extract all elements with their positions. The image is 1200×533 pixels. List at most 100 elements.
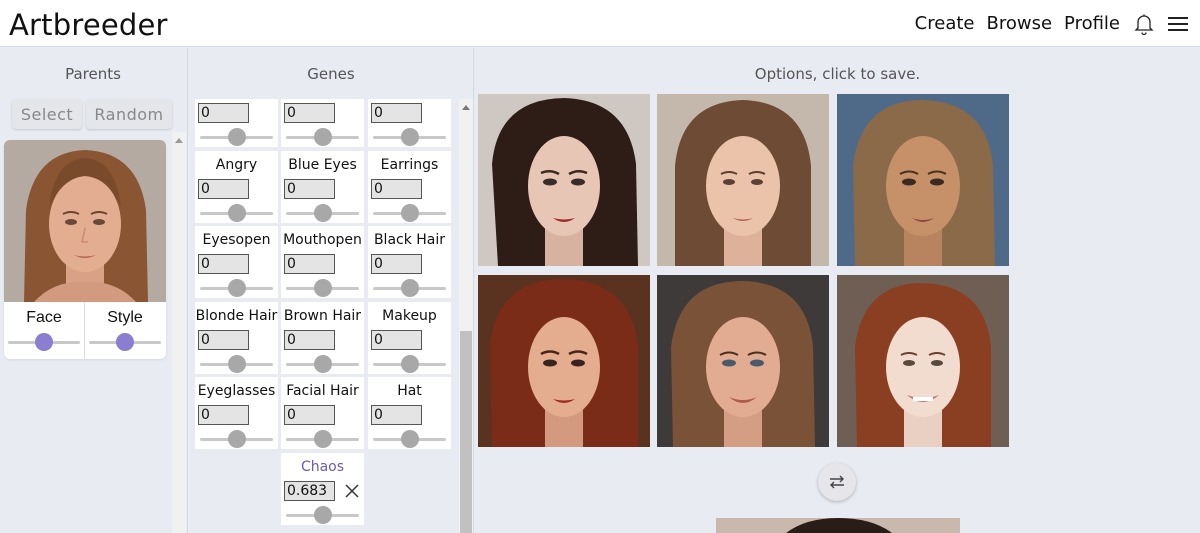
parents-scrollbar[interactable] [172,132,186,533]
gene-slider-knob[interactable] [228,354,246,373]
genes-panel: Genes Brightness0Sharpness0Happy0Angry0B… [189,48,474,533]
scrollbar-thumb[interactable] [460,331,472,533]
gene-value-input[interactable]: 0 [198,178,249,199]
gene-label: Angry [215,156,258,173]
face-slider[interactable] [8,333,80,351]
style-slider-knob[interactable] [116,333,134,351]
option-image[interactable] [478,275,650,447]
gene-value-input[interactable]: 0 [198,405,249,425]
gene-slider[interactable] [286,279,359,297]
gene-value-input[interactable]: 0 [284,103,335,123]
gene-control: Facial Hair 0 [281,377,364,449]
top-header: Artbreeder Create Browse Profile [0,0,1200,47]
chaos-control: Chaos 0.683 [281,452,364,525]
gene-slider-knob[interactable] [401,128,419,146]
gene-slider-knob[interactable] [228,128,246,146]
gene-slider[interactable] [200,203,273,222]
gene-label: Makeup [382,307,437,324]
gene-value-input[interactable]: 0 [371,329,422,350]
gene-value-input[interactable]: 0 [198,103,249,123]
close-icon[interactable] [343,482,361,500]
select-button[interactable]: Select [12,99,82,129]
gene-label: Mouthopen [283,232,362,248]
nav-profile[interactable]: Profile [1064,13,1120,34]
gene-slider[interactable] [200,128,273,146]
gene-label: Black Hair [373,232,446,248]
regenerate-button[interactable] [818,463,856,501]
gene-value-input[interactable]: 0 [284,329,335,350]
gene-value-input[interactable]: 0 [198,254,249,274]
gene-value-input[interactable]: 0 [371,103,422,123]
random-button[interactable]: Random [86,99,172,129]
hamburger-menu-icon[interactable] [1166,12,1190,36]
gene-slider[interactable] [373,354,446,373]
gene-slider-knob[interactable] [314,128,332,146]
gene-control: Earrings 0 [368,150,451,223]
style-slider[interactable] [89,333,161,351]
gene-slider-knob[interactable] [401,354,419,373]
top-nav: Create Browse Profile [915,0,1200,47]
gene-slider-knob[interactable] [228,279,246,297]
option-image[interactable] [837,275,1009,447]
gene-slider-knob[interactable] [228,430,246,448]
style-label: Style [107,309,143,326]
gene-control: Happy0 [368,99,451,147]
gene-slider[interactable] [286,128,359,146]
gene-label: Facial Hair [286,383,359,399]
gene-slider-knob[interactable] [401,203,419,222]
gene-value-input[interactable]: 0 [371,178,422,199]
gene-slider-knob[interactable] [314,279,332,297]
parent-portrait[interactable] [4,140,166,302]
gene-slider[interactable] [286,430,359,448]
option-image[interactable] [657,94,829,266]
gene-control: Sharpness0 [281,99,364,147]
gene-value-input[interactable]: 0 [284,254,335,274]
parent-card[interactable]: Face Style [4,140,166,359]
gene-label: Hat [397,383,422,399]
gene-control: Hat 0 [368,377,451,449]
gene-slider[interactable] [373,430,446,448]
face-slider-knob[interactable] [35,333,53,351]
gene-slider[interactable] [286,354,359,373]
gene-slider[interactable] [286,203,359,222]
gene-label: Brown Hair [283,307,362,324]
nav-browse[interactable]: Browse [986,13,1052,34]
gene-slider[interactable] [373,279,446,297]
genes-scrollbar[interactable] [459,99,473,533]
gene-value-input[interactable]: 0 [284,405,335,425]
gene-value-input[interactable]: 0 [198,329,249,350]
gene-slider[interactable] [200,279,273,297]
bell-icon[interactable] [1132,12,1156,36]
chaos-value-input[interactable]: 0.683 [284,480,335,501]
chaos-slider-knob[interactable] [314,505,332,524]
gene-slider-knob[interactable] [401,430,419,448]
nav-create[interactable]: Create [915,13,975,34]
chaos-label: Chaos [300,458,345,475]
gene-label: Blonde Hair [195,307,278,324]
gene-slider[interactable] [200,430,273,448]
gene-slider-knob[interactable] [314,354,332,373]
logo[interactable]: Artbreeder [9,8,168,42]
gene-slider[interactable] [200,354,273,373]
gene-slider[interactable] [373,203,446,222]
option-image[interactable] [478,94,650,266]
chaos-slider[interactable] [286,505,359,524]
gene-control: Black Hair 0 [368,226,451,298]
scroll-up-arrow-icon[interactable] [462,105,470,110]
gene-slider-knob[interactable] [401,279,419,297]
gene-value-input[interactable]: 0 [371,405,422,425]
gene-control: Angry 0 [195,150,278,223]
gene-slider-knob[interactable] [314,203,332,222]
option-image[interactable] [837,94,1009,266]
gene-slider-knob[interactable] [228,203,246,222]
gene-slider-knob[interactable] [314,430,332,448]
scroll-up-arrow-icon[interactable] [175,138,183,143]
gene-value-input[interactable]: 0 [371,254,422,274]
parents-title: Parents [65,65,121,83]
preview-image [716,518,960,533]
gene-value-input[interactable]: 0 [284,178,335,199]
face-label: Face [26,309,62,326]
options-panel: Options, click to save. [475,48,1200,533]
gene-slider[interactable] [373,128,446,146]
option-image[interactable] [657,275,829,447]
